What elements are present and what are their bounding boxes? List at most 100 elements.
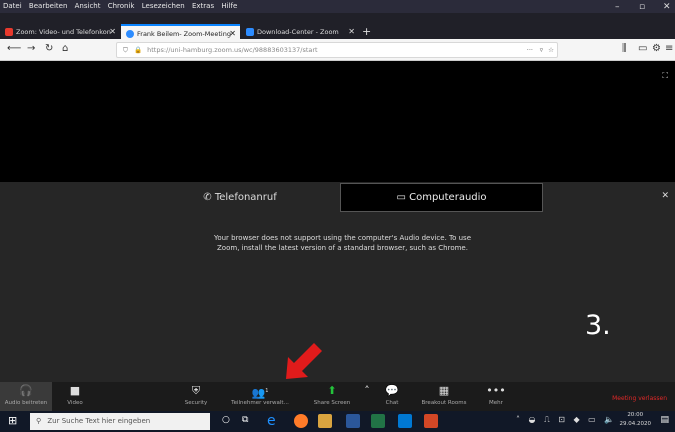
tab-label: Download-Center - Zoom xyxy=(257,28,339,36)
phone-tab-label: Telefonanruf xyxy=(214,192,277,203)
chat-button[interactable]: 💬 Chat xyxy=(378,382,406,411)
meeting-toolbar: 🎧 Audio beitreten ■ Video ⛨ Security 👥1 … xyxy=(0,382,675,411)
back-icon[interactable]: ⟵ xyxy=(7,42,21,56)
forward-icon[interactable]: → xyxy=(27,42,35,56)
join-audio-button[interactable]: 🎧 Audio beitreten xyxy=(0,382,52,411)
lock-icon: 🔒 xyxy=(133,46,143,54)
close-panel-icon[interactable]: ✕ xyxy=(661,191,669,201)
menu-lesezeichen[interactable]: Lesezeichen xyxy=(142,2,185,10)
tab-computer-audio[interactable]: ▭ Computeraudio xyxy=(340,183,543,212)
chat-label: Chat xyxy=(385,400,399,406)
headphones-icon: 🎧 xyxy=(19,384,33,397)
breakout-rooms-button[interactable]: ▦ Breakout Rooms xyxy=(414,382,474,411)
chat-icon: 💬 xyxy=(385,384,399,397)
clock[interactable]: 20:00 29.04.2020 xyxy=(620,411,652,429)
tab-label: Frank Beilem- Zoom-Meeting xyxy=(137,30,231,38)
menu-bearbeiten[interactable]: Bearbeiten xyxy=(29,2,67,10)
breakout-rooms-icon: ▦ xyxy=(438,384,450,397)
search-icon: ⚲ xyxy=(36,417,42,425)
breakout-rooms-label: Breakout Rooms xyxy=(421,400,467,406)
video-label: Video xyxy=(67,400,83,406)
menu-ansicht[interactable]: Ansicht xyxy=(75,2,101,10)
url-text: https://uni-hamburg.zoom.us/wc/988836031… xyxy=(147,46,318,54)
share-screen-button[interactable]: ⬆ Share Screen xyxy=(308,382,356,411)
pocket-icon[interactable]: ▿ xyxy=(540,43,543,57)
fullscreen-icon[interactable]: ⛶ xyxy=(662,71,668,81)
file-explorer-icon[interactable] xyxy=(318,414,332,428)
firefox-icon[interactable] xyxy=(294,414,308,428)
participants-button[interactable]: 👥1 Teilnehmer verwalt... xyxy=(226,382,294,411)
computer-tab-label: Computeraudio xyxy=(409,192,487,203)
search-placeholder: Zur Suche Text hier eingeben xyxy=(47,417,151,425)
join-audio-label: Audio beitreten xyxy=(4,400,48,406)
more-label: Mehr xyxy=(489,400,503,406)
taskbar-search-input[interactable]: ⚲ Zur Suche Text hier eingeben xyxy=(30,413,210,430)
security-button[interactable]: ⛨ Security xyxy=(176,382,216,411)
browser-unsupported-message: Your browser does not support using the … xyxy=(213,234,472,252)
computer-icon: ▭ xyxy=(396,192,406,203)
word-icon[interactable] xyxy=(346,414,360,428)
tab-label: Zoom: Video- und Telefonkon xyxy=(16,28,111,36)
share-options-button[interactable]: ˄ xyxy=(360,382,374,411)
phone-icon: ✆ xyxy=(203,192,212,203)
share-screen-icon: ⬆ xyxy=(327,384,337,397)
tab-bar: Zoom: Video- und Telefonkon ✕ Frank Beil… xyxy=(0,13,675,40)
cortana-icon[interactable]: ○ xyxy=(222,415,230,425)
tab-zoom-meeting[interactable]: Frank Beilem- Zoom-Meeting ✕ xyxy=(121,24,240,40)
notifications-icon[interactable]: ▤ xyxy=(660,415,669,425)
bookmark-star-icon[interactable]: ☆ xyxy=(548,43,554,57)
shield-icon: ⛨ xyxy=(191,384,201,397)
more-dots-icon: ••• xyxy=(486,384,506,397)
tab-download-center[interactable]: Download-Center - Zoom ✕ xyxy=(241,25,359,39)
navigation-bar: ⟵ → ↻ ⌂ ⛉ 🔒 https://uni-hamburg.zoom.us/… xyxy=(0,39,675,61)
video-button[interactable]: ■ Video xyxy=(58,382,92,411)
clock-date: 29.04.2020 xyxy=(619,421,652,427)
annotation-arrow-icon xyxy=(286,343,322,379)
close-tab-icon[interactable]: ✕ xyxy=(229,26,236,40)
tab-zoom-video[interactable]: Zoom: Video- und Telefonkon ✕ xyxy=(0,25,120,39)
system-tray-icons[interactable]: ˄ ◒ ⎍ ⊡ ◆ ▭ 🔈 xyxy=(516,415,617,425)
excel-icon[interactable] xyxy=(371,414,385,428)
menu-extras[interactable]: Extras xyxy=(192,2,214,10)
edge-browser-icon[interactable]: e xyxy=(267,414,281,428)
tab-phone-call[interactable]: ✆ Telefonanruf xyxy=(155,184,325,212)
video-camera-icon: ■ xyxy=(69,384,81,397)
powerpoint-icon[interactable] xyxy=(424,414,438,428)
url-bar[interactable]: ⛉ 🔒 https://uni-hamburg.zoom.us/wc/98883… xyxy=(116,42,558,58)
windows-start-icon[interactable]: ⊞ xyxy=(8,414,17,427)
windows-taskbar: ⊞ ⚲ Zur Suche Text hier eingeben ○ ⧉ e ˄… xyxy=(0,411,675,432)
menu-chronik[interactable]: Chronik xyxy=(108,2,135,10)
home-icon[interactable]: ⌂ xyxy=(62,42,68,56)
extension-icon[interactable]: ⚙ xyxy=(652,42,661,56)
menu-datei[interactable]: Datei xyxy=(3,2,22,10)
reload-icon[interactable]: ↻ xyxy=(45,42,53,56)
zoom-favicon-icon xyxy=(126,30,134,38)
audio-join-panel: ✆ Telefonanruf ▭ Computeraudio ✕ Your br… xyxy=(0,182,675,382)
video-area: ⛶ xyxy=(0,61,675,182)
zoom-favicon-icon xyxy=(5,28,13,36)
menu-bar: Datei Bearbeiten Ansicht Chronik Lesezei… xyxy=(0,0,675,13)
participants-count: 1 xyxy=(265,388,269,394)
outlook-icon[interactable] xyxy=(398,414,412,428)
chevron-up-icon: ˄ xyxy=(364,384,370,397)
shield-icon: ⛉ xyxy=(123,46,128,54)
library-icon[interactable]: ⫼ xyxy=(622,42,627,56)
clock-time: 20:00 xyxy=(627,412,644,418)
leave-meeting-button[interactable]: Meeting verlassen xyxy=(612,395,667,402)
maximize-icon[interactable]: ▫ xyxy=(639,0,645,14)
task-view-icon[interactable]: ⧉ xyxy=(242,415,248,425)
page-actions-icon[interactable]: ··· xyxy=(527,43,533,57)
hamburger-menu-icon[interactable]: ≡ xyxy=(665,42,673,56)
participants-label: Teilnehmer verwalt... xyxy=(231,400,289,406)
close-tab-icon[interactable]: ✕ xyxy=(109,25,116,39)
close-window-icon[interactable]: ✕ xyxy=(663,0,671,14)
zoom-favicon-icon xyxy=(246,28,254,36)
sidebar-icon[interactable]: ▭ xyxy=(638,42,647,56)
minimize-icon[interactable]: – xyxy=(615,0,620,14)
new-tab-button[interactable]: + xyxy=(362,25,376,39)
menu-hilfe[interactable]: Hilfe xyxy=(221,2,237,10)
close-tab-icon[interactable]: ✕ xyxy=(348,25,355,39)
share-screen-label: Share Screen xyxy=(313,400,351,406)
more-button[interactable]: ••• Mehr xyxy=(482,382,510,411)
step-number: 3. xyxy=(585,310,611,341)
